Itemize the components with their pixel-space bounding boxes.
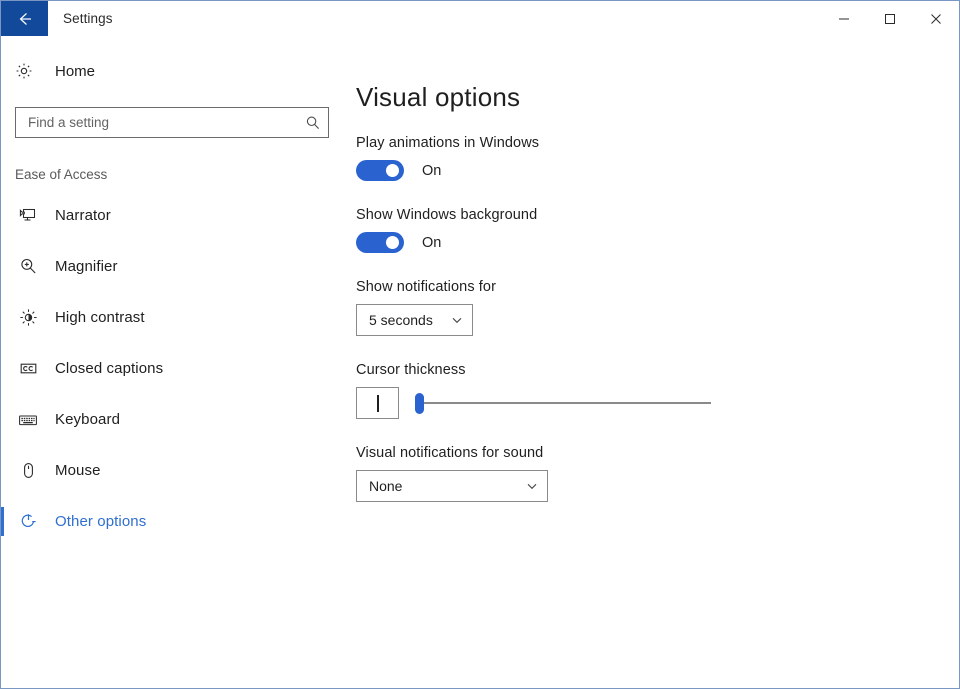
cursor-thickness-label: Cursor thickness [356,362,466,378]
sidebar-item-other-options[interactable]: Other options [1,496,346,547]
sidebar-home-label: Home [55,62,96,80]
show-background-toggle[interactable] [356,232,404,253]
minimize-icon [839,18,849,19]
main-content: Visual options Play animations in Window… [346,36,959,688]
cursor-thickness-row [356,387,959,419]
show-notifications-label: Show notifications for [356,279,497,295]
show-background-label: Show Windows background [356,207,538,223]
cursor-thickness-slider[interactable] [415,387,711,419]
narrator-icon [15,206,41,225]
sidebar-item-mouse[interactable]: Mouse [1,445,346,496]
back-button[interactable] [1,1,48,36]
keyboard-icon [15,410,41,430]
gear-icon [15,62,41,80]
magnifier-icon [15,257,41,276]
play-animations-label: Play animations in Windows [356,135,540,151]
slider-track [415,402,711,404]
show-notifications-value: 5 seconds [369,312,433,328]
other-options-icon [15,512,41,531]
sidebar: Home Ease of Access [1,36,346,688]
sidebar-item-label: Other options [55,513,147,530]
sidebar-item-label: Mouse [55,462,101,479]
maximize-button[interactable] [867,1,913,36]
chevron-down-icon [526,480,538,492]
sidebar-item-keyboard[interactable]: Keyboard [1,394,346,445]
window-title: Settings [63,11,113,26]
show-background-state: On [422,234,442,251]
page-title: Visual options [356,82,521,112]
sidebar-item-label: Keyboard [55,411,121,428]
visual-notifications-value: None [369,478,403,494]
maximize-icon [885,13,895,24]
search-icon[interactable] [298,108,328,137]
chevron-down-icon [451,314,463,326]
slider-thumb[interactable] [415,392,424,414]
close-button[interactable] [913,1,959,36]
title-bar: Settings [1,1,959,36]
cursor-caret-icon [376,394,379,412]
window-body: Home Ease of Access [1,36,959,688]
sidebar-item-label: Magnifier [55,258,118,275]
sidebar-item-label: High contrast [55,309,145,326]
visual-notifications-setting: Visual notifications for sound None [356,445,959,502]
caption-buttons [821,1,959,36]
sidebar-item-magnifier[interactable]: Magnifier [1,241,346,292]
show-notifications-setting: Show notifications for 5 seconds [356,279,959,336]
arrow-left-icon [19,12,31,25]
search-box[interactable] [15,107,329,138]
toggle-knob [386,164,399,177]
minimize-button[interactable] [821,1,867,36]
cursor-thickness-preview [356,387,399,419]
toggle-knob [386,236,399,249]
play-animations-state: On [422,162,442,179]
sidebar-item-closed-captions[interactable]: Closed captions [1,343,346,394]
sidebar-group-header: Ease of Access [15,167,108,182]
show-background-setting: Show Windows background On [356,207,959,253]
show-background-row: On [356,232,959,253]
search-input[interactable] [16,108,298,137]
settings-window: Settings Home Find a setting Ease of Acc… [0,0,960,689]
closed-captions-icon [15,359,41,378]
close-icon [931,13,941,24]
brightness-icon [15,308,41,327]
sidebar-nav-list: Narrator Magnifier High contrast Closed … [1,190,346,547]
sidebar-item-home[interactable]: Home [1,52,346,90]
play-animations-row: On [356,160,959,181]
mouse-icon [15,461,41,480]
sidebar-item-high-contrast[interactable]: High contrast [1,292,346,343]
sidebar-item-label: Narrator [55,207,111,224]
sidebar-item-label: Closed captions [55,360,164,377]
sidebar-item-narrator[interactable]: Narrator [1,190,346,241]
play-animations-toggle[interactable] [356,160,404,181]
visual-notifications-dropdown[interactable]: None [356,470,548,502]
cursor-thickness-setting: Cursor thickness [356,362,959,419]
titlebar-spacer [113,1,821,36]
play-animations-setting: Play animations in Windows On [356,135,959,181]
visual-notifications-label: Visual notifications for sound [356,445,544,461]
show-notifications-dropdown[interactable]: 5 seconds [356,304,473,336]
